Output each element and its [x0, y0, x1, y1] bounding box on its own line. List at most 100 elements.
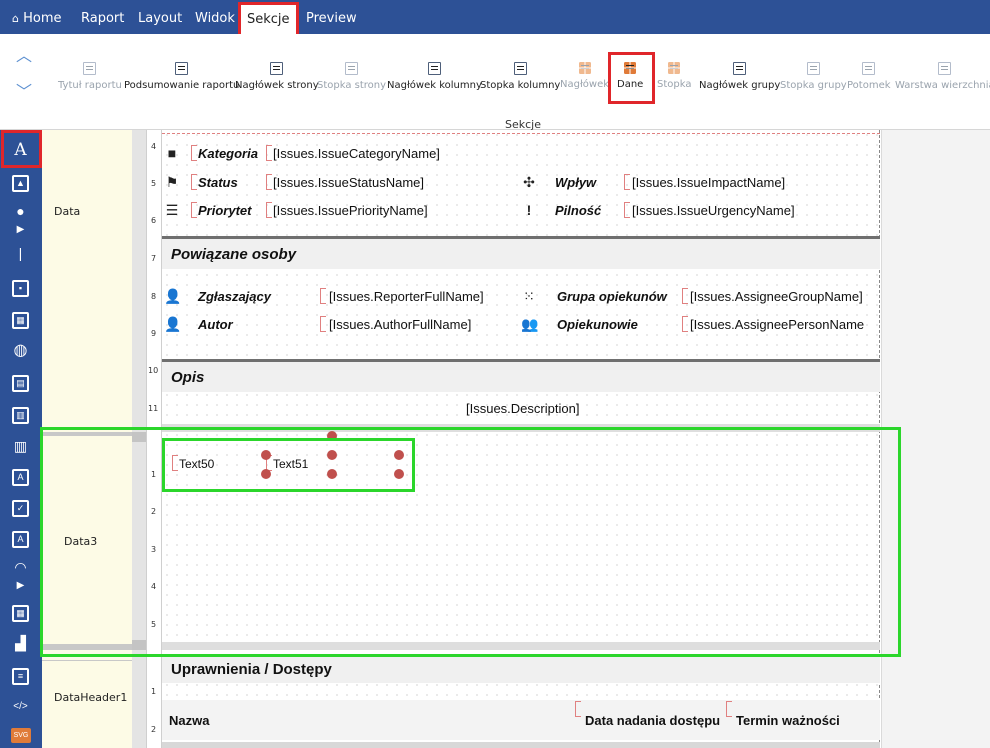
barcode-tool-icon[interactable]: ▥: [12, 438, 29, 455]
field-label-wplyw[interactable]: Wpływ: [555, 175, 596, 190]
checkbox-tool-icon[interactable]: ✓: [12, 500, 29, 517]
field-value-autor[interactable]: [Issues.AuthorFullName]: [329, 317, 471, 332]
text50-field[interactable]: Text50: [179, 457, 214, 471]
field-label-status[interactable]: Status: [198, 175, 238, 190]
resize-handle[interactable]: [394, 450, 404, 460]
html-tool-icon[interactable]: </>: [12, 698, 29, 715]
menu-layout[interactable]: Layout: [138, 0, 182, 34]
ribbon-podsumowanie-raportu[interactable]: Podsumowanie raportu: [124, 62, 239, 91]
band-label-column: [42, 130, 132, 748]
field-value-grupa-opiekunow[interactable]: [Issues.AssigneeGroupName]: [690, 289, 863, 304]
field-value-description[interactable]: [Issues.Description]: [466, 401, 579, 416]
globe-tool-icon[interactable]: ◍: [12, 342, 29, 359]
ribbon-dane[interactable]: Dane: [617, 62, 643, 90]
gauge-tool-icon[interactable]: ◠: [12, 559, 29, 576]
cell-text-tool-icon[interactable]: ≡: [12, 668, 29, 685]
ruler-num: 8: [151, 292, 157, 301]
section-title-powiazane-osoby[interactable]: Powiązane osoby: [171, 246, 296, 263]
band-label-dataheader1[interactable]: DataHeader1: [54, 691, 127, 704]
chevron-down-icon[interactable]: ﹀: [16, 85, 32, 101]
ruler-num: 7: [151, 254, 157, 263]
field-label-grupa-opiekunow[interactable]: Grupa opiekunów: [557, 289, 667, 304]
menu-preview[interactable]: Preview: [306, 0, 357, 34]
ribbon-naglowek-strony[interactable]: Nagłówek strony: [235, 62, 319, 91]
menu-sekcje[interactable]: Sekcje: [238, 2, 299, 38]
column-header-icon: [427, 62, 441, 75]
field-label-priorytet[interactable]: Priorytet: [198, 203, 251, 218]
home-icon: ⌂: [12, 12, 19, 25]
group-header-icon: [733, 62, 747, 75]
field-label-kategoria[interactable]: Kategoria: [198, 146, 258, 161]
field-label-zglaszajacy[interactable]: Zgłaszający: [198, 289, 271, 304]
resize-handle[interactable]: [261, 450, 271, 460]
ruler-num: 9: [151, 329, 157, 338]
field-label-opiekunowie[interactable]: Opiekunowie: [557, 317, 638, 332]
resize-handle[interactable]: [327, 431, 337, 441]
chevron-up-icon[interactable]: ︿: [16, 49, 32, 65]
ribbon-naglowek-kolumny[interactable]: Nagłówek kolumny: [387, 62, 482, 91]
column-header-data-nadania[interactable]: Data nadania dostępu: [585, 713, 720, 728]
matrix-tool-icon[interactable]: ▦: [12, 605, 29, 622]
field-value-opiekunowie[interactable]: [Issues.AssigneePersonName: [690, 317, 864, 332]
field-value-priorytet[interactable]: [Issues.IssuePriorityName]: [273, 203, 428, 218]
field-label-autor[interactable]: Autor: [198, 317, 233, 332]
header-icon: [578, 62, 591, 74]
group-icon: ⁙: [523, 288, 535, 304]
ruler-num: 5: [151, 620, 157, 629]
text51-field[interactable]: Text51: [273, 457, 308, 471]
line-tool-icon[interactable]: |: [12, 245, 29, 262]
author-icon: 👤: [164, 316, 182, 332]
chart-tool-icon[interactable]: ▟: [12, 635, 29, 652]
report-title-icon: [83, 62, 97, 75]
report-design-canvas[interactable]: ■ Kategoria [Issues.IssueCategoryName] ⚑…: [162, 130, 880, 748]
resize-handle[interactable]: [261, 469, 271, 479]
crosstab-tool-icon[interactable]: ▥: [12, 407, 29, 424]
svg-tool-icon[interactable]: SVG: [11, 728, 31, 743]
resize-handle[interactable]: [327, 450, 337, 460]
table-tool-icon[interactable]: ▦: [12, 312, 29, 329]
ruler-num: 11: [148, 404, 159, 413]
zip-text-tool-icon[interactable]: A: [12, 531, 29, 548]
column-header-nazwa[interactable]: Nazwa: [169, 713, 209, 728]
column-header-termin[interactable]: Termin ważności: [736, 713, 840, 728]
section-title-opis[interactable]: Opis: [171, 369, 204, 386]
field-value-status[interactable]: [Issues.IssueStatusName]: [273, 175, 424, 190]
field-value-zglaszajacy[interactable]: [Issues.ReporterFullName]: [329, 289, 484, 304]
subreport-tool-icon[interactable]: ▤: [12, 375, 29, 392]
ruler-num: 5: [151, 179, 157, 188]
expand-arrow-icon[interactable]: ▶: [12, 221, 29, 238]
menu-raport[interactable]: Raport: [81, 0, 124, 34]
expand-arrow-2-icon[interactable]: ▶: [12, 577, 29, 594]
field-value-kategoria[interactable]: [Issues.IssueCategoryName]: [273, 146, 440, 161]
ribbon-stopka-grupy[interactable]: Stopka grupy: [780, 62, 847, 91]
text-tool-icon[interactable]: A: [12, 142, 29, 159]
field-value-pilnosc[interactable]: [Issues.IssueUrgencyName]: [632, 203, 795, 218]
panel-tool-icon[interactable]: ▪: [12, 280, 29, 297]
ribbon-naglowek-grupy[interactable]: Nagłówek grupy: [699, 62, 780, 91]
field-value-wplyw[interactable]: [Issues.IssueImpactName]: [632, 175, 785, 190]
resize-handle[interactable]: [327, 469, 337, 479]
ribbon-stopka[interactable]: Stopka: [657, 62, 691, 90]
exclamation-icon: !: [526, 202, 532, 218]
ruler-num: 3: [151, 545, 157, 554]
ribbon-potomek[interactable]: Potomek: [847, 62, 891, 91]
footer-icon: [668, 62, 681, 74]
ribbon-tytul-raportu[interactable]: Tytuł raportu: [58, 62, 122, 91]
ribbon-naglowek[interactable]: Nagłówek: [560, 62, 609, 90]
ribbon-stopka-strony[interactable]: Stopka strony: [317, 62, 386, 91]
menu-home[interactable]: ⌂ Home: [12, 0, 62, 34]
menu-widok[interactable]: Widok: [195, 0, 235, 34]
shape-tool-icon[interactable]: ●: [12, 203, 29, 220]
top-menu-bar: ⌂ Home Raport Layout Widok Sekcje Previe…: [0, 0, 990, 38]
field-label-pilnosc[interactable]: Pilność: [555, 203, 601, 218]
band-label-data3[interactable]: Data3: [64, 535, 97, 548]
rich-text-tool-icon[interactable]: A: [12, 469, 29, 486]
image-tool-icon[interactable]: ▲: [12, 175, 29, 192]
resize-handle[interactable]: [394, 469, 404, 479]
child-band-icon: [862, 62, 876, 75]
ribbon-stopka-kolumny[interactable]: Stopka kolumny: [480, 62, 560, 91]
ruler-num: 4: [151, 582, 157, 591]
band-label-data[interactable]: Data: [54, 205, 80, 218]
section-title-uprawnienia[interactable]: Uprawnienia / Dostępy: [171, 661, 332, 678]
ribbon-warstwa-wierzchnia[interactable]: Warstwa wierzchnia: [895, 62, 990, 91]
